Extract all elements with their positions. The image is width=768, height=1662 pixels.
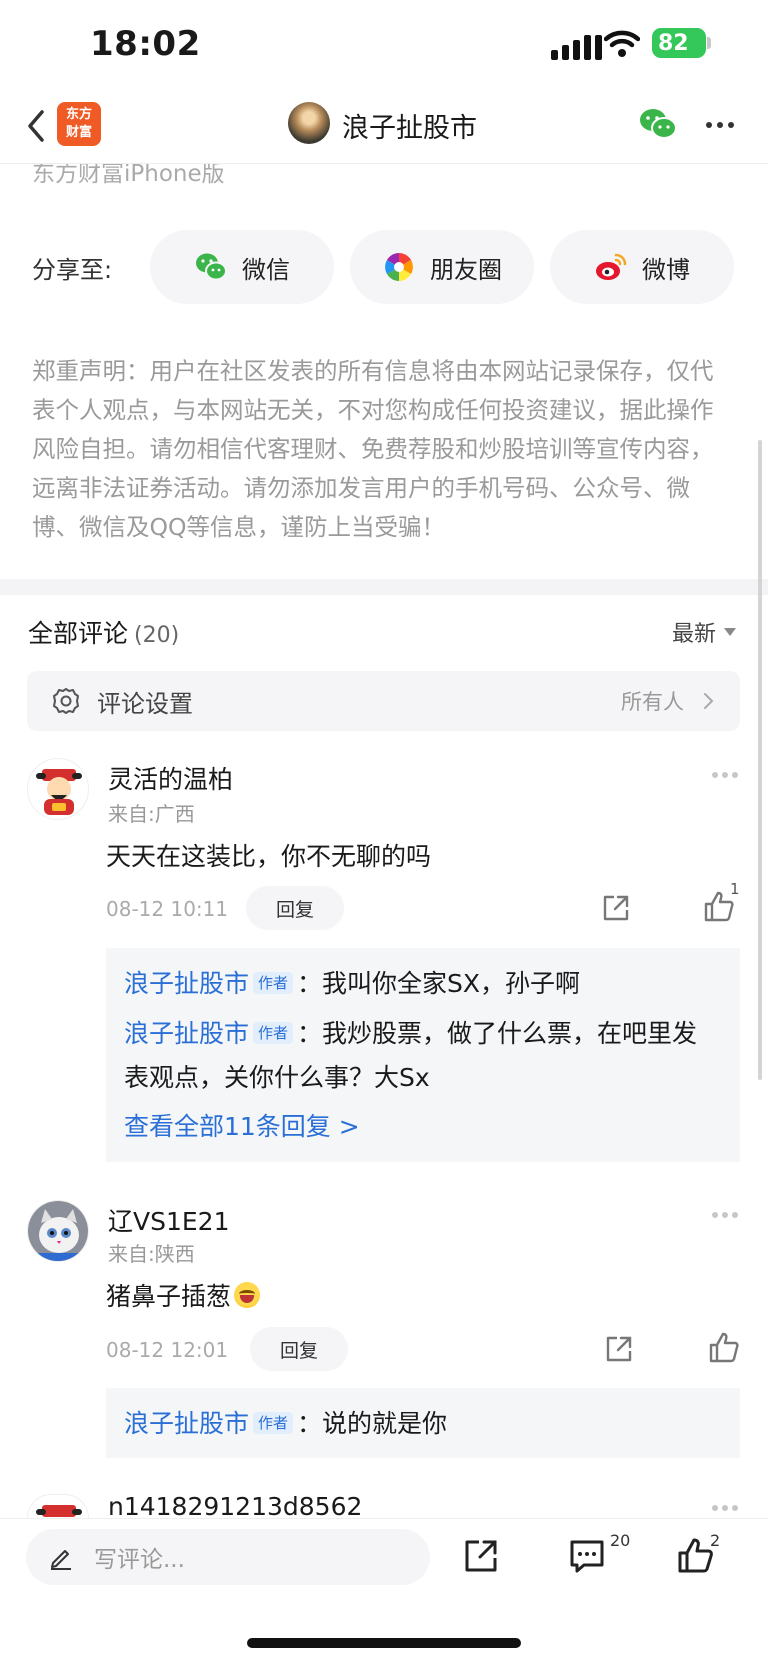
weibo-icon [596, 253, 627, 280]
comment-count-badge: 20 [610, 1531, 631, 1550]
thumbs-up-icon[interactable] [676, 1537, 714, 1575]
chevron-right-icon [704, 693, 714, 709]
reply-item[interactable]: 浪子扯股市 作者 ：我叫你全家SX，孙子啊 [124, 962, 722, 1006]
like-count: 1 [730, 880, 740, 898]
thumbs-up-icon[interactable] [707, 1331, 741, 1365]
share-icon[interactable] [600, 892, 632, 924]
avatar[interactable] [27, 1494, 89, 1518]
like-count-badge: 2 [710, 1531, 721, 1550]
battery-level: 82 [658, 30, 689, 56]
comment-more-icon[interactable] [712, 1505, 738, 1511]
comment-author[interactable]: 灵活的温柏 [108, 760, 233, 796]
avatar[interactable] [27, 758, 89, 820]
god-of-wealth-avatar-icon [36, 769, 82, 815]
battery-tip [707, 37, 711, 49]
share-moments-button[interactable]: 朋友圈 [350, 230, 534, 304]
status-time: 18:02 [90, 24, 201, 64]
comment-time: 08-12 10:11 [106, 897, 229, 921]
bottom-bar: 写评论... 20 2 [0, 1518, 768, 1662]
author-badge: 作者 [253, 972, 294, 994]
write-comment-input[interactable]: 写评论... [26, 1529, 430, 1585]
comment-settings-value: 所有人 [621, 690, 684, 714]
comment-settings-row[interactable]: 评论设置 所有人 [27, 671, 740, 731]
comment-more-icon[interactable] [712, 772, 738, 778]
comments-count: (20) [134, 623, 180, 648]
cat-avatar-icon [28, 1201, 88, 1261]
app-logo[interactable]: 东方 财富 [57, 102, 101, 146]
status-bar: 18:02 82 [0, 0, 768, 92]
god-of-wealth-avatar-icon [36, 1505, 82, 1517]
comment-more-icon[interactable] [712, 1212, 738, 1218]
reply-author[interactable]: 浪子扯股市 [124, 1019, 249, 1048]
reply-author[interactable]: 浪子扯股市 [124, 969, 249, 998]
comment-author[interactable]: 辽VS1E21 [108, 1202, 230, 1238]
share-weibo-button[interactable]: 微博 [550, 230, 734, 304]
section-divider [0, 579, 768, 595]
share-row: 分享至: 微信 朋友圈 微博 [32, 230, 736, 304]
wifi-icon [604, 30, 640, 57]
reply-thread: 浪子扯股市 作者 ：我叫你全家SX，孙子啊 浪子扯股市 作者 ：我炒股票，做了什么票，在… [106, 948, 740, 1162]
share-icon[interactable] [603, 1333, 635, 1365]
reply-text: 说的就是你 [322, 1409, 448, 1438]
comments-header: 全部评论 (20) 最新 [28, 614, 736, 650]
gear-icon [53, 688, 79, 714]
page-title[interactable]: 浪子扯股市 [342, 106, 477, 145]
home-indicator[interactable] [247, 1638, 521, 1648]
reply-author[interactable]: 浪子扯股市 [124, 1409, 249, 1438]
sort-label: 最新 [671, 622, 716, 647]
back-icon[interactable] [22, 106, 52, 146]
view-all-replies-link[interactable]: 查看全部11条回复 > [124, 1104, 722, 1150]
share-weibo-label: 微博 [642, 255, 690, 284]
disclaimer-text: 郑重声明：用户在社区发表的所有信息将由本网站记录保存，仅代表个人观点，与本网站无… [32, 357, 714, 541]
share-wechat-label: 微信 [242, 255, 290, 284]
comment-text-content: 猪鼻子插葱 [106, 1282, 232, 1311]
moments-icon [385, 253, 413, 281]
nav-bar: 东方 财富 浪子扯股市 [0, 92, 768, 164]
reply-item[interactable]: 浪子扯股市 作者 ：我炒股票，做了什么票，在吧里发表观点，关你什么事？大Sx [124, 1012, 722, 1100]
share-moments-label: 朋友圈 [430, 255, 502, 284]
reply-item[interactable]: 浪子扯股市 作者 ：说的就是你 [124, 1402, 722, 1446]
reply-thread: 浪子扯股市 作者 ：说的就是你 [106, 1388, 740, 1458]
reply-button[interactable]: 回复 [246, 886, 344, 930]
sort-dropdown[interactable]: 最新 [672, 616, 736, 648]
reply-button[interactable]: 回复 [250, 1327, 348, 1371]
comment-icon[interactable] [568, 1537, 606, 1575]
more-icon[interactable] [706, 122, 734, 128]
comment-text: 天天在这装比，你不无聊的吗 [106, 842, 432, 871]
comment-text: 猪鼻子插葱 [106, 1277, 261, 1313]
comment-settings-label: 评论设置 [97, 689, 193, 718]
share-label: 分享至: [32, 255, 113, 284]
logo-line-2: 财富 [65, 125, 92, 140]
write-comment-placeholder: 写评论... [94, 1547, 185, 1573]
grinning-emoji-icon [234, 1282, 261, 1308]
logo-line-1: 东方 [65, 107, 92, 122]
scrollbar[interactable] [758, 440, 762, 1080]
battery-indicator: 82 [652, 28, 706, 58]
share-wechat-button[interactable]: 微信 [150, 230, 334, 304]
comment-location: 来自:陕西 [108, 1242, 195, 1266]
comment-location: 来自:广西 [108, 802, 195, 826]
wechat-share-icon[interactable] [638, 106, 678, 142]
comment-time: 08-12 12:01 [106, 1338, 229, 1362]
comments-title: 全部评论 [28, 619, 129, 648]
share-icon[interactable] [462, 1537, 500, 1575]
reply-text: 我叫你全家SX，孙子啊 [322, 969, 581, 998]
caret-down-icon [724, 628, 736, 636]
cellular-signal-icon [551, 30, 602, 60]
author-badge: 作者 [253, 1412, 294, 1434]
author-badge: 作者 [253, 1022, 294, 1044]
author-avatar[interactable] [288, 102, 330, 144]
comment-author[interactable]: n1418291213d8562 [108, 1492, 362, 1521]
pen-icon [51, 1550, 71, 1570]
avatar[interactable] [27, 1200, 89, 1262]
wechat-icon [196, 253, 227, 281]
